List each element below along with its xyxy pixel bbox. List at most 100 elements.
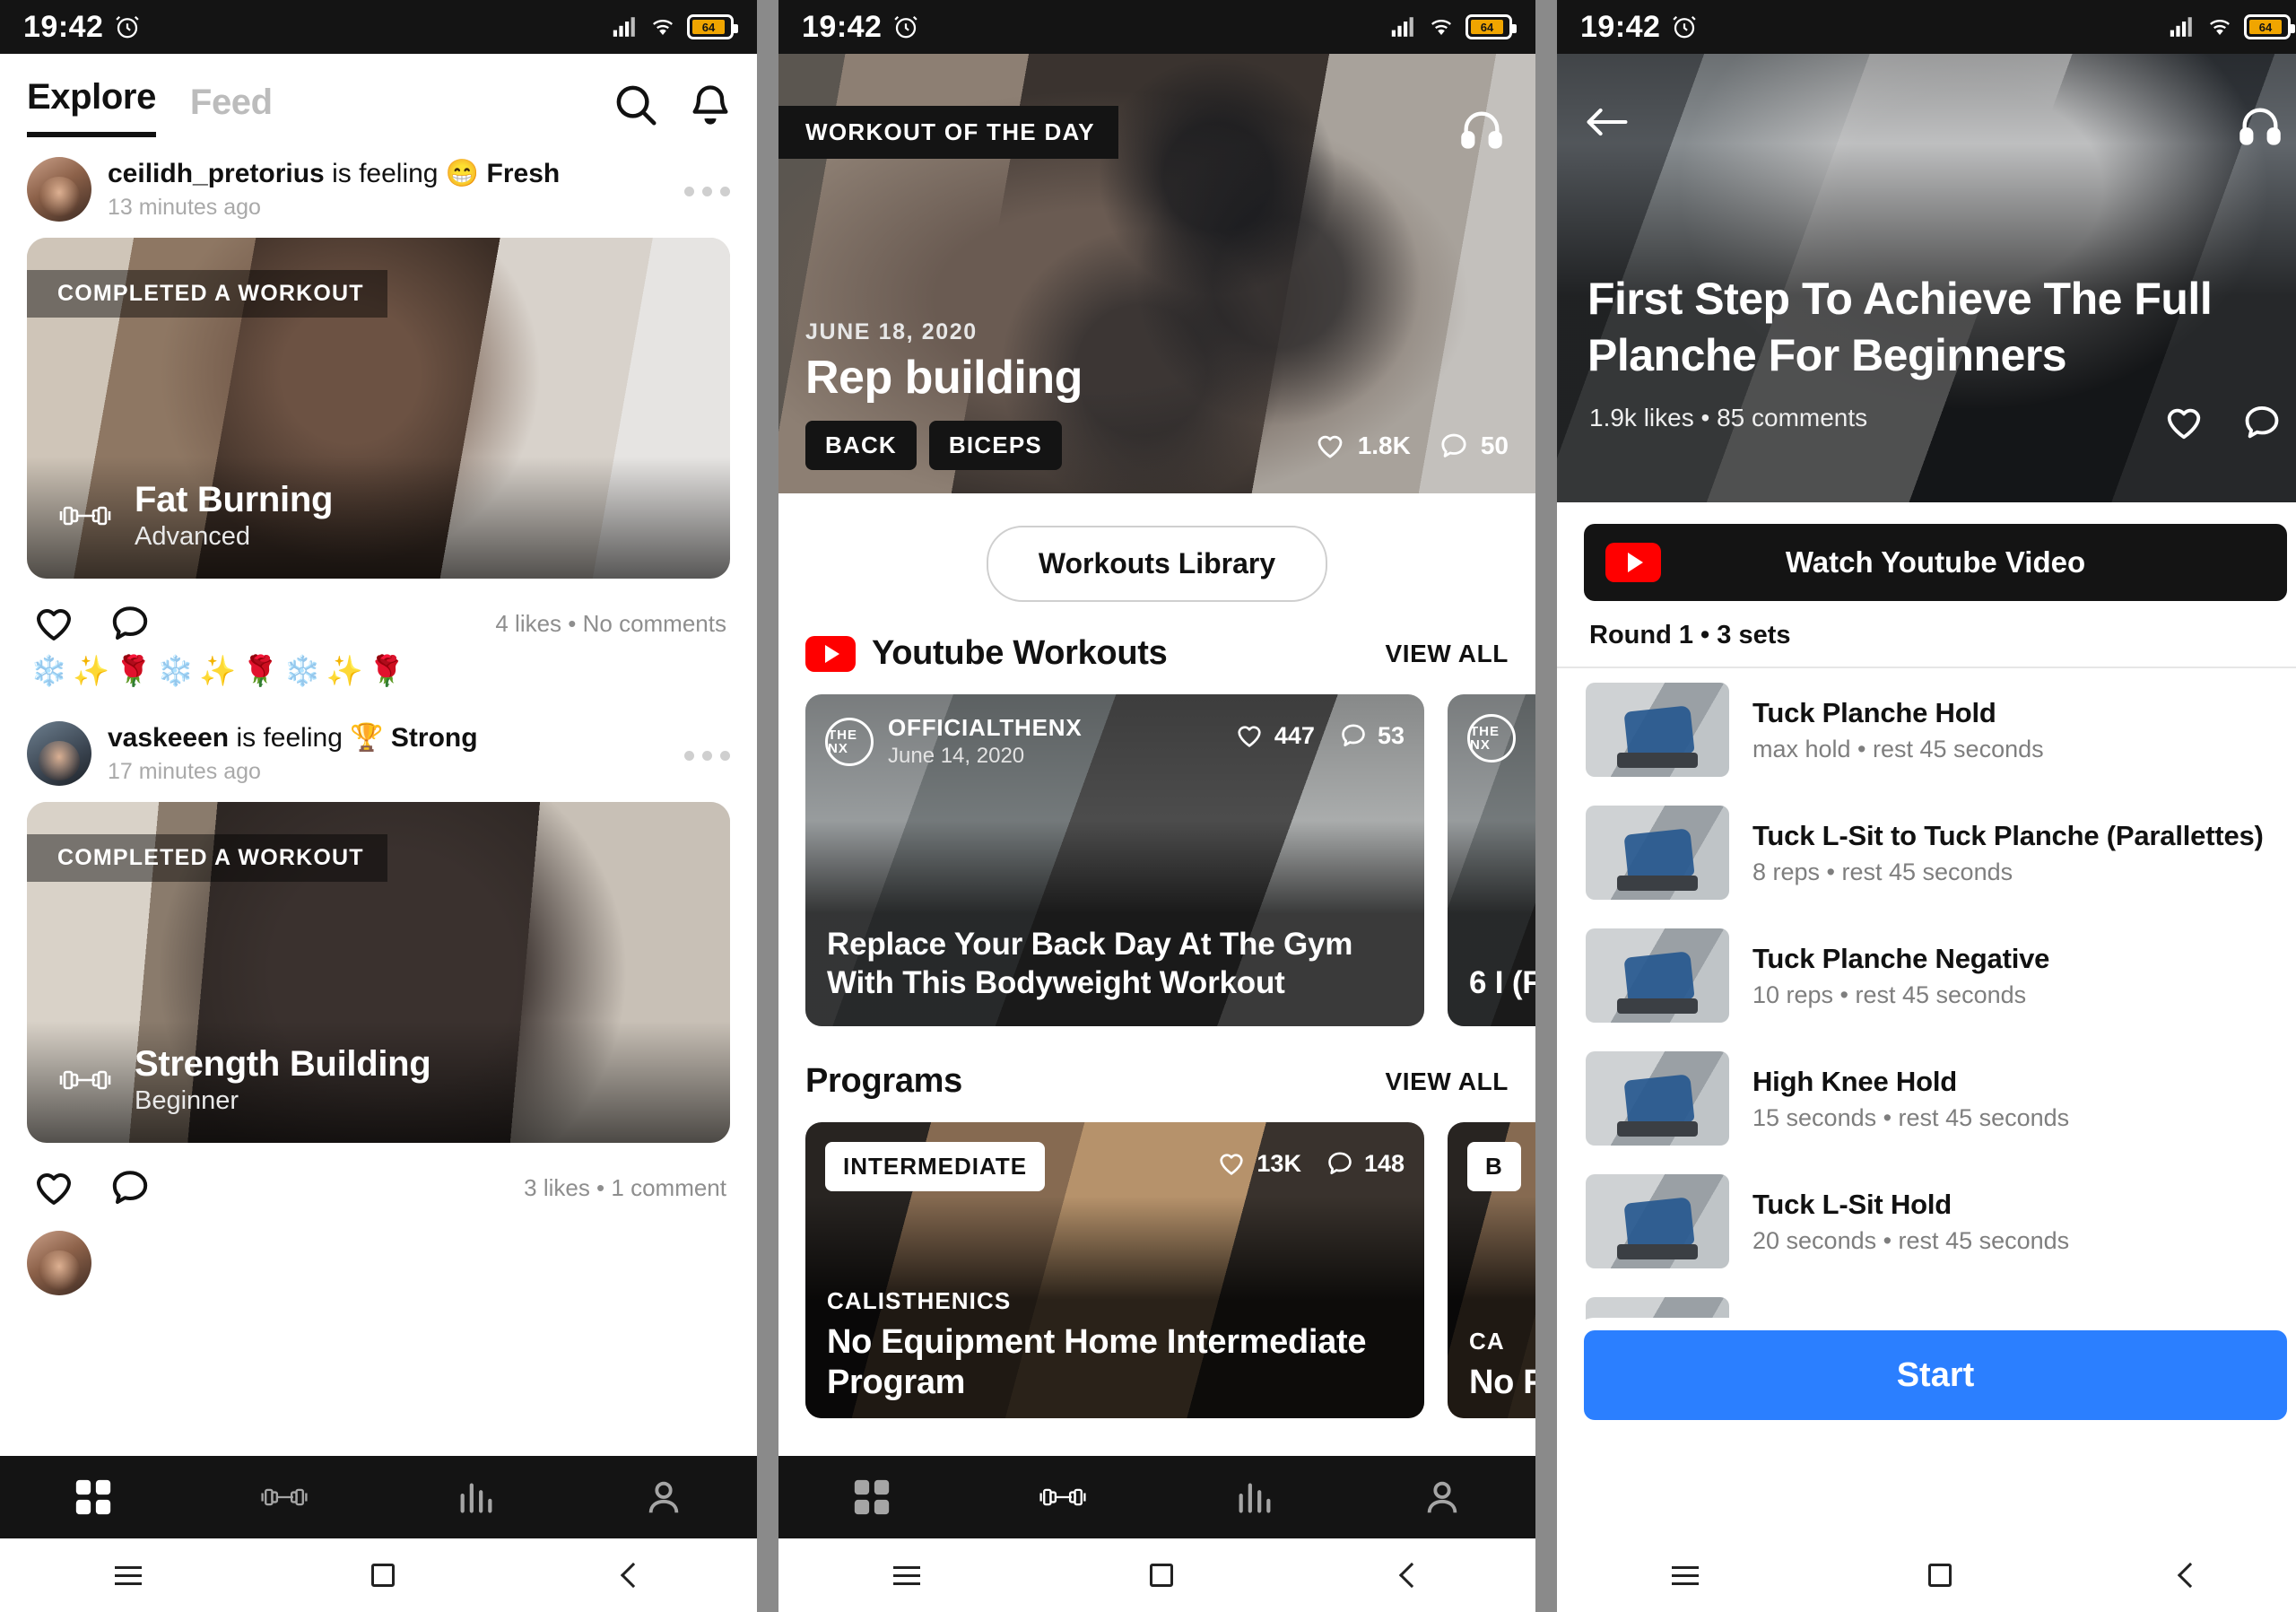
post-actions: 4 likes • No comments — [0, 579, 757, 647]
headphones-icon[interactable] — [2237, 102, 2283, 149]
comment-icon — [1342, 724, 1365, 746]
avatar[interactable] — [27, 157, 91, 222]
exercise-list: Tuck Planche Hold max hold • rest 45 sec… — [1557, 668, 2296, 1406]
back-arrow-icon[interactable] — [1584, 102, 1631, 142]
tab-stats-icon[interactable] — [1233, 1477, 1276, 1518]
back-icon[interactable] — [620, 1562, 647, 1589]
avatar[interactable] — [27, 1231, 91, 1295]
workout-card[interactable]: COMPLETED A WORKOUT Strength Building Be… — [27, 802, 730, 1143]
exercise-row[interactable]: High Knee Hold 15 seconds • rest 45 seco… — [1557, 1037, 2296, 1160]
tab-home-icon[interactable] — [73, 1477, 114, 1518]
program-footer: CALISTHENICS No Equipment Home Intermedi… — [827, 1287, 1406, 1404]
tab-profile-icon[interactable] — [1422, 1477, 1463, 1518]
start-button[interactable]: Start — [1584, 1330, 2287, 1420]
feed-post[interactable]: vaskeeen is feeling 🏆 Strong 17 minutes … — [0, 701, 757, 1311]
status-left-2: 19:42 — [802, 10, 919, 45]
exercise-name: Tuck Planche Negative — [1752, 942, 2050, 974]
recents-icon[interactable] — [893, 1565, 920, 1585]
view-all-button[interactable]: VIEW ALL — [1385, 1067, 1509, 1096]
muscle-chip-back[interactable]: BACK — [805, 421, 917, 470]
avatar[interactable] — [27, 721, 91, 786]
alarm-icon — [116, 15, 140, 39]
bell-icon[interactable] — [687, 81, 734, 129]
status-right-3: 64 — [2169, 14, 2295, 39]
tab-profile-icon[interactable] — [643, 1477, 684, 1518]
comment-icon[interactable] — [108, 602, 152, 645]
workout-card[interactable]: COMPLETED A WORKOUT Fat Burning Advanced — [27, 238, 730, 579]
home-icon[interactable] — [1150, 1564, 1173, 1587]
tab-stats-icon[interactable] — [455, 1477, 498, 1518]
channel-logo-icon: THE NX — [825, 717, 874, 766]
post-overflow-menu-icon[interactable] — [684, 747, 730, 761]
workout-detail-actions — [2161, 402, 2283, 443]
feed-post[interactable]: ceilidh_pretorius is feeling 😁 Fresh 13 … — [0, 137, 757, 701]
back-icon[interactable] — [2177, 1562, 2204, 1589]
youtube-video-card[interactable]: THE NX OFFICIALTHENX June 14, 2020 447 5… — [805, 694, 1424, 1026]
tab-feed[interactable]: Feed — [190, 83, 273, 137]
exercise-row[interactable]: Tuck Planche Hold max hold • rest 45 sec… — [1557, 668, 2296, 791]
tab-workouts-icon[interactable] — [259, 1479, 309, 1515]
alarm-icon — [894, 15, 918, 39]
workout-of-day-hero[interactable]: WORKOUT OF THE DAY JUNE 18, 2020 Rep bui… — [778, 54, 1535, 493]
headphones-icon[interactable] — [1458, 106, 1505, 152]
home-icon[interactable] — [1928, 1564, 1952, 1587]
exercise-thumbnail — [1586, 683, 1729, 777]
post-username[interactable]: vaskeeen — [108, 723, 229, 753]
view-all-button[interactable]: VIEW ALL — [1385, 640, 1509, 668]
recents-icon[interactable] — [1672, 1565, 1699, 1585]
home-icon[interactable] — [371, 1564, 395, 1587]
video-title: Replace Your Back Day At The Gym With Th… — [827, 926, 1353, 1001]
watch-youtube-video-button[interactable]: Watch Youtube Video — [1584, 524, 2287, 601]
exercise-row[interactable]: Tuck Planche Negative 10 reps • rest 45 … — [1557, 914, 2296, 1037]
alarm-icon — [1673, 15, 1697, 39]
status-bar-2: 19:42 64 — [778, 0, 1535, 54]
android-nav-2 — [778, 1538, 1535, 1612]
tab-workouts-icon[interactable] — [1038, 1479, 1088, 1515]
phone-panel-explore: 19:42 64 Explore Feed ceilidh_pretorius … — [0, 0, 757, 1612]
channel-info: OFFICIALTHENX June 14, 2020 — [888, 714, 1082, 769]
program-card[interactable]: B CA No P — [1448, 1122, 1535, 1418]
exercise-text: Tuck Planche Negative 10 reps • rest 45 … — [1752, 942, 2285, 1009]
programs-carousel[interactable]: INTERMEDIATE 13K 148 CALISTHENICS No Equ… — [778, 1101, 1535, 1418]
exercise-row[interactable]: Tuck L-Sit Hold 20 seconds • rest 45 sec… — [1557, 1160, 2296, 1283]
video-date: June 14, 2020 — [888, 744, 1025, 768]
video-likes-count: 447 — [1274, 721, 1315, 749]
workout-badge: COMPLETED A WORKOUT — [27, 834, 387, 882]
round-sets-label: Round 1 • 3 sets — [1589, 621, 1791, 649]
program-name: No P — [1469, 1364, 1535, 1402]
post-overflow-menu-icon[interactable] — [684, 183, 730, 196]
comment-icon[interactable] — [108, 1166, 152, 1209]
exercise-detail: 8 reps • rest 45 seconds — [1752, 858, 2013, 886]
post-mood: Strong — [390, 722, 478, 753]
search-icon[interactable] — [612, 81, 660, 129]
workout-card-footer: Fat Burning Advanced — [27, 457, 730, 579]
post-feeling-text: is feeling — [236, 722, 343, 753]
back-icon[interactable] — [1398, 1562, 1425, 1589]
program-category: CA — [1469, 1328, 1505, 1355]
workout-card-footer: Strength Building Beginner — [27, 1021, 730, 1143]
exercise-detail: 15 seconds • rest 45 seconds — [1752, 1104, 2070, 1132]
video-title: 6 I (Fo — [1469, 965, 1535, 1001]
comment-icon[interactable] — [2240, 402, 2283, 443]
heart-icon[interactable] — [30, 1166, 77, 1209]
exercise-thumbnail — [1586, 928, 1729, 1023]
youtube-video-card[interactable]: THE NX 6 I (Fo — [1448, 694, 1535, 1026]
exercise-text: Tuck Planche Hold max hold • rest 45 sec… — [1752, 696, 2285, 763]
youtube-icon — [805, 635, 856, 672]
workouts-library-button[interactable]: Workouts Library — [986, 526, 1328, 602]
heart-icon[interactable] — [2161, 402, 2206, 443]
android-nav-3 — [1557, 1538, 2296, 1612]
muscle-chip-biceps[interactable]: BICEPS — [928, 421, 1062, 470]
program-stats: 13K 148 — [1215, 1149, 1405, 1178]
exercise-row[interactable]: Tuck L-Sit to Tuck Planche (Parallettes)… — [1557, 791, 2296, 914]
tab-explore[interactable]: Explore — [27, 77, 156, 137]
youtube-cards-carousel[interactable]: THE NX OFFICIALTHENX June 14, 2020 447 5… — [778, 673, 1535, 1026]
post-username[interactable]: ceilidh_pretorius — [108, 159, 325, 188]
workout-of-day-badge: WORKOUT OF THE DAY — [778, 106, 1118, 159]
recents-icon[interactable] — [115, 1565, 142, 1585]
heart-icon[interactable] — [30, 602, 77, 645]
program-card[interactable]: INTERMEDIATE 13K 148 CALISTHENICS No Equ… — [805, 1122, 1424, 1418]
heart-icon — [1238, 726, 1261, 747]
app-bottom-tabbar-2 — [778, 1456, 1535, 1538]
tab-home-icon[interactable] — [851, 1477, 892, 1518]
